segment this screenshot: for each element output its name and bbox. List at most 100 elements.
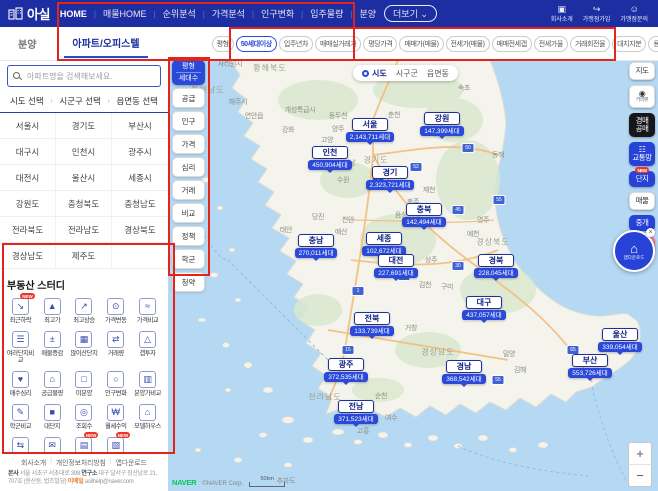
region-경기도[interactable]: 경기도 xyxy=(56,113,112,139)
footer-link-앱다운로드[interactable]: 앱다운로드 xyxy=(116,457,147,467)
side-menu-공급[interactable]: 공급 xyxy=(172,88,205,108)
study-미분양[interactable]: □미분양 xyxy=(69,371,100,397)
map-badge-울산[interactable]: 울산339,054세대 xyxy=(588,328,652,352)
filter-chip-대지지분[interactable]: 대지지분 xyxy=(612,36,646,52)
map-control-매물[interactable]: 매물 xyxy=(629,192,655,210)
region-광주시[interactable]: 광주시 xyxy=(112,139,168,165)
filter-chip-50세대이상[interactable]: 50세대이상 xyxy=(236,36,277,52)
region-충청북도[interactable]: 충청북도 xyxy=(56,191,112,217)
tab-bunyang[interactable]: 분양 xyxy=(18,36,36,51)
side-menu-가격[interactable]: 가격 xyxy=(172,134,205,154)
nav-item-매물HOME[interactable]: 매물HOME xyxy=(87,7,147,20)
map-badge-전남[interactable]: 전남371,523세대 xyxy=(324,400,388,424)
map-badge-강원[interactable]: 강원147,399세대 xyxy=(410,112,474,136)
util-회사소개[interactable]: ▣회사소개 xyxy=(551,5,573,23)
search-input[interactable] xyxy=(25,71,149,82)
study-가격비교[interactable]: ≈가격비교 xyxy=(132,298,163,324)
region-경상남도[interactable]: 경상남도 xyxy=(0,243,56,269)
filter-chip-전세가(매물)[interactable]: 전세가(매물) xyxy=(446,36,490,52)
region-경상북도[interactable]: 경상북도 xyxy=(112,217,168,243)
nav-item-인구변화[interactable]: 인구변화 xyxy=(245,7,294,20)
region-서울시[interactable]: 서울시 xyxy=(0,113,56,139)
zoom-out-button[interactable]: − xyxy=(629,465,651,486)
filter-chip-매매가(매물)[interactable]: 매매가(매물) xyxy=(399,36,443,52)
side-menu-거래[interactable]: 거래 xyxy=(172,180,205,200)
side-menu-심리[interactable]: 심리 xyxy=(172,157,205,177)
side-menu-학군[interactable]: 학군 xyxy=(172,249,205,269)
filter-chip-거래회전율[interactable]: 거래회전율 xyxy=(570,36,610,52)
study-거래량[interactable]: ⇄거래량 xyxy=(100,331,131,364)
map-badge-세종[interactable]: 세종102,672세대 xyxy=(352,232,416,256)
region-울산시[interactable]: 울산시 xyxy=(56,165,112,191)
map-badge-서울[interactable]: 서울2,143,711세대 xyxy=(338,118,402,142)
region-제주도[interactable]: 제주도 xyxy=(56,243,112,269)
map-control-거리뷰[interactable]: ◉거리뷰 xyxy=(629,85,655,108)
study-여러단지비교[interactable]: ☰여러단지비교 xyxy=(5,331,36,364)
study-최고가[interactable]: ▲최고가 xyxy=(37,298,68,324)
region-전라북도[interactable]: 전라북도 xyxy=(0,217,56,243)
study-갭투자[interactable]: △갭투자 xyxy=(132,331,163,364)
map-badge-광주[interactable]: 광주372,535세대 xyxy=(314,358,378,382)
map-badge-인천[interactable]: 인천450,904세대 xyxy=(298,146,362,170)
study-월세수익[interactable]: ₩월세수익 xyxy=(100,404,131,430)
map-badge-전북[interactable]: 전북133,739세대 xyxy=(340,312,404,336)
region-대전시[interactable]: 대전시 xyxy=(0,165,56,191)
admin-toggle-시도[interactable]: 시도 xyxy=(362,68,387,79)
asil-logo[interactable]: 아실 xyxy=(0,4,60,23)
side-menu-비교[interactable]: 비교 xyxy=(172,203,205,223)
nav-item-입주물량[interactable]: 입주물량 xyxy=(294,7,343,20)
study-공급물량[interactable]: ⌂공급물량 xyxy=(37,371,68,397)
util-가맹점가입[interactable]: ↪가맹점가입 xyxy=(583,5,611,23)
study-최근하락[interactable]: ↘NEW최근하락 xyxy=(5,298,36,324)
map-control-경매공매[interactable]: 경매공매 xyxy=(629,113,655,137)
footer-link-개인정보처리방침[interactable]: 개인정보처리방침 xyxy=(56,457,106,467)
study-분양가비교[interactable]: ▥분양가비교 xyxy=(132,371,163,397)
filter-chip-입주년차[interactable]: 입주년차 xyxy=(279,36,313,52)
side-menu-pyeong-sedae[interactable]: 평형세대수 xyxy=(172,60,205,85)
map-control-교통망[interactable]: ☷교통망 xyxy=(629,142,655,166)
study-매수심리[interactable]: ♥매수심리 xyxy=(5,371,36,397)
study-가격변동[interactable]: ⊙가격변동 xyxy=(100,298,131,324)
breadcrumb-읍면동 선택[interactable]: 읍면동 선택 xyxy=(117,95,158,107)
nav-item-더보기[interactable]: 더보기 ⌄ xyxy=(384,5,437,22)
map-badge-대전[interactable]: 대전227,691세대 xyxy=(364,254,428,278)
region-대구시[interactable]: 대구시 xyxy=(0,139,56,165)
region-충청남도[interactable]: 충청남도 xyxy=(112,191,168,217)
study-모델하우스[interactable]: ⌂모델하우스 xyxy=(132,404,163,430)
footer-link-회사소개[interactable]: 회사소개 xyxy=(21,457,46,467)
map-control-지도[interactable]: 지도 xyxy=(629,62,655,80)
zoom-in-button[interactable]: + xyxy=(629,443,651,465)
map-badge-부산[interactable]: 부산553,726세대 xyxy=(558,354,622,378)
close-icon[interactable]: × xyxy=(646,228,655,237)
tab-apartment-officetel[interactable]: 아파트/오피스텔 xyxy=(64,35,147,58)
map-badge-경북[interactable]: 경북228,045세대 xyxy=(464,254,528,278)
side-menu-정책[interactable]: 정책 xyxy=(172,226,205,246)
region-강원도[interactable]: 강원도 xyxy=(0,191,56,217)
util-가맹점문의[interactable]: ☺가맹점문의 xyxy=(620,5,648,23)
filter-chip-평당가격[interactable]: 평당가격 xyxy=(363,36,397,52)
breadcrumb-시도 선택[interactable]: 시도 선택 xyxy=(10,95,44,107)
filter-chip-매매전세갭[interactable]: 매매전세갭 xyxy=(492,36,532,52)
study-학군비교[interactable]: ✎학군비교 xyxy=(5,404,36,430)
side-menu-인구[interactable]: 인구 xyxy=(172,111,205,131)
map-badge-충남[interactable]: 충남270,011세대 xyxy=(284,234,348,258)
study-최고상승[interactable]: ↗최고상승 xyxy=(69,298,100,324)
filter-chip-전세가율[interactable]: 전세가율 xyxy=(534,36,568,52)
study-매물증감[interactable]: ±매물증감 xyxy=(37,331,68,364)
map-control-단지[interactable]: NEW단지 xyxy=(629,171,655,187)
map-badge-경남[interactable]: 경남368,542세대 xyxy=(432,360,496,384)
side-menu-청약[interactable]: 청약 xyxy=(172,272,205,292)
filter-chip-평형[interactable]: 평형 xyxy=(212,36,234,52)
filter-chip-용적률[interactable]: 용적률 xyxy=(648,36,658,52)
region-부산시[interactable]: 부산시 xyxy=(112,113,168,139)
apartment-search-box[interactable] xyxy=(7,65,161,87)
map-badge-대구[interactable]: 대구437,057세대 xyxy=(452,296,516,320)
admin-toggle-읍면동[interactable]: 읍면동 xyxy=(427,68,449,79)
study-인구변화[interactable]: ○인구변화 xyxy=(100,371,131,397)
map-badge-충북[interactable]: 충북142,494세대 xyxy=(392,203,456,227)
study-조회수[interactable]: ◎조회수 xyxy=(69,404,100,430)
nav-item-분양[interactable]: 분양 xyxy=(343,7,376,20)
admin-toggle-시구군[interactable]: 시구군 xyxy=(396,68,418,79)
region-전라남도[interactable]: 전라남도 xyxy=(56,217,112,243)
region-세종시[interactable]: 세종시 xyxy=(112,165,168,191)
